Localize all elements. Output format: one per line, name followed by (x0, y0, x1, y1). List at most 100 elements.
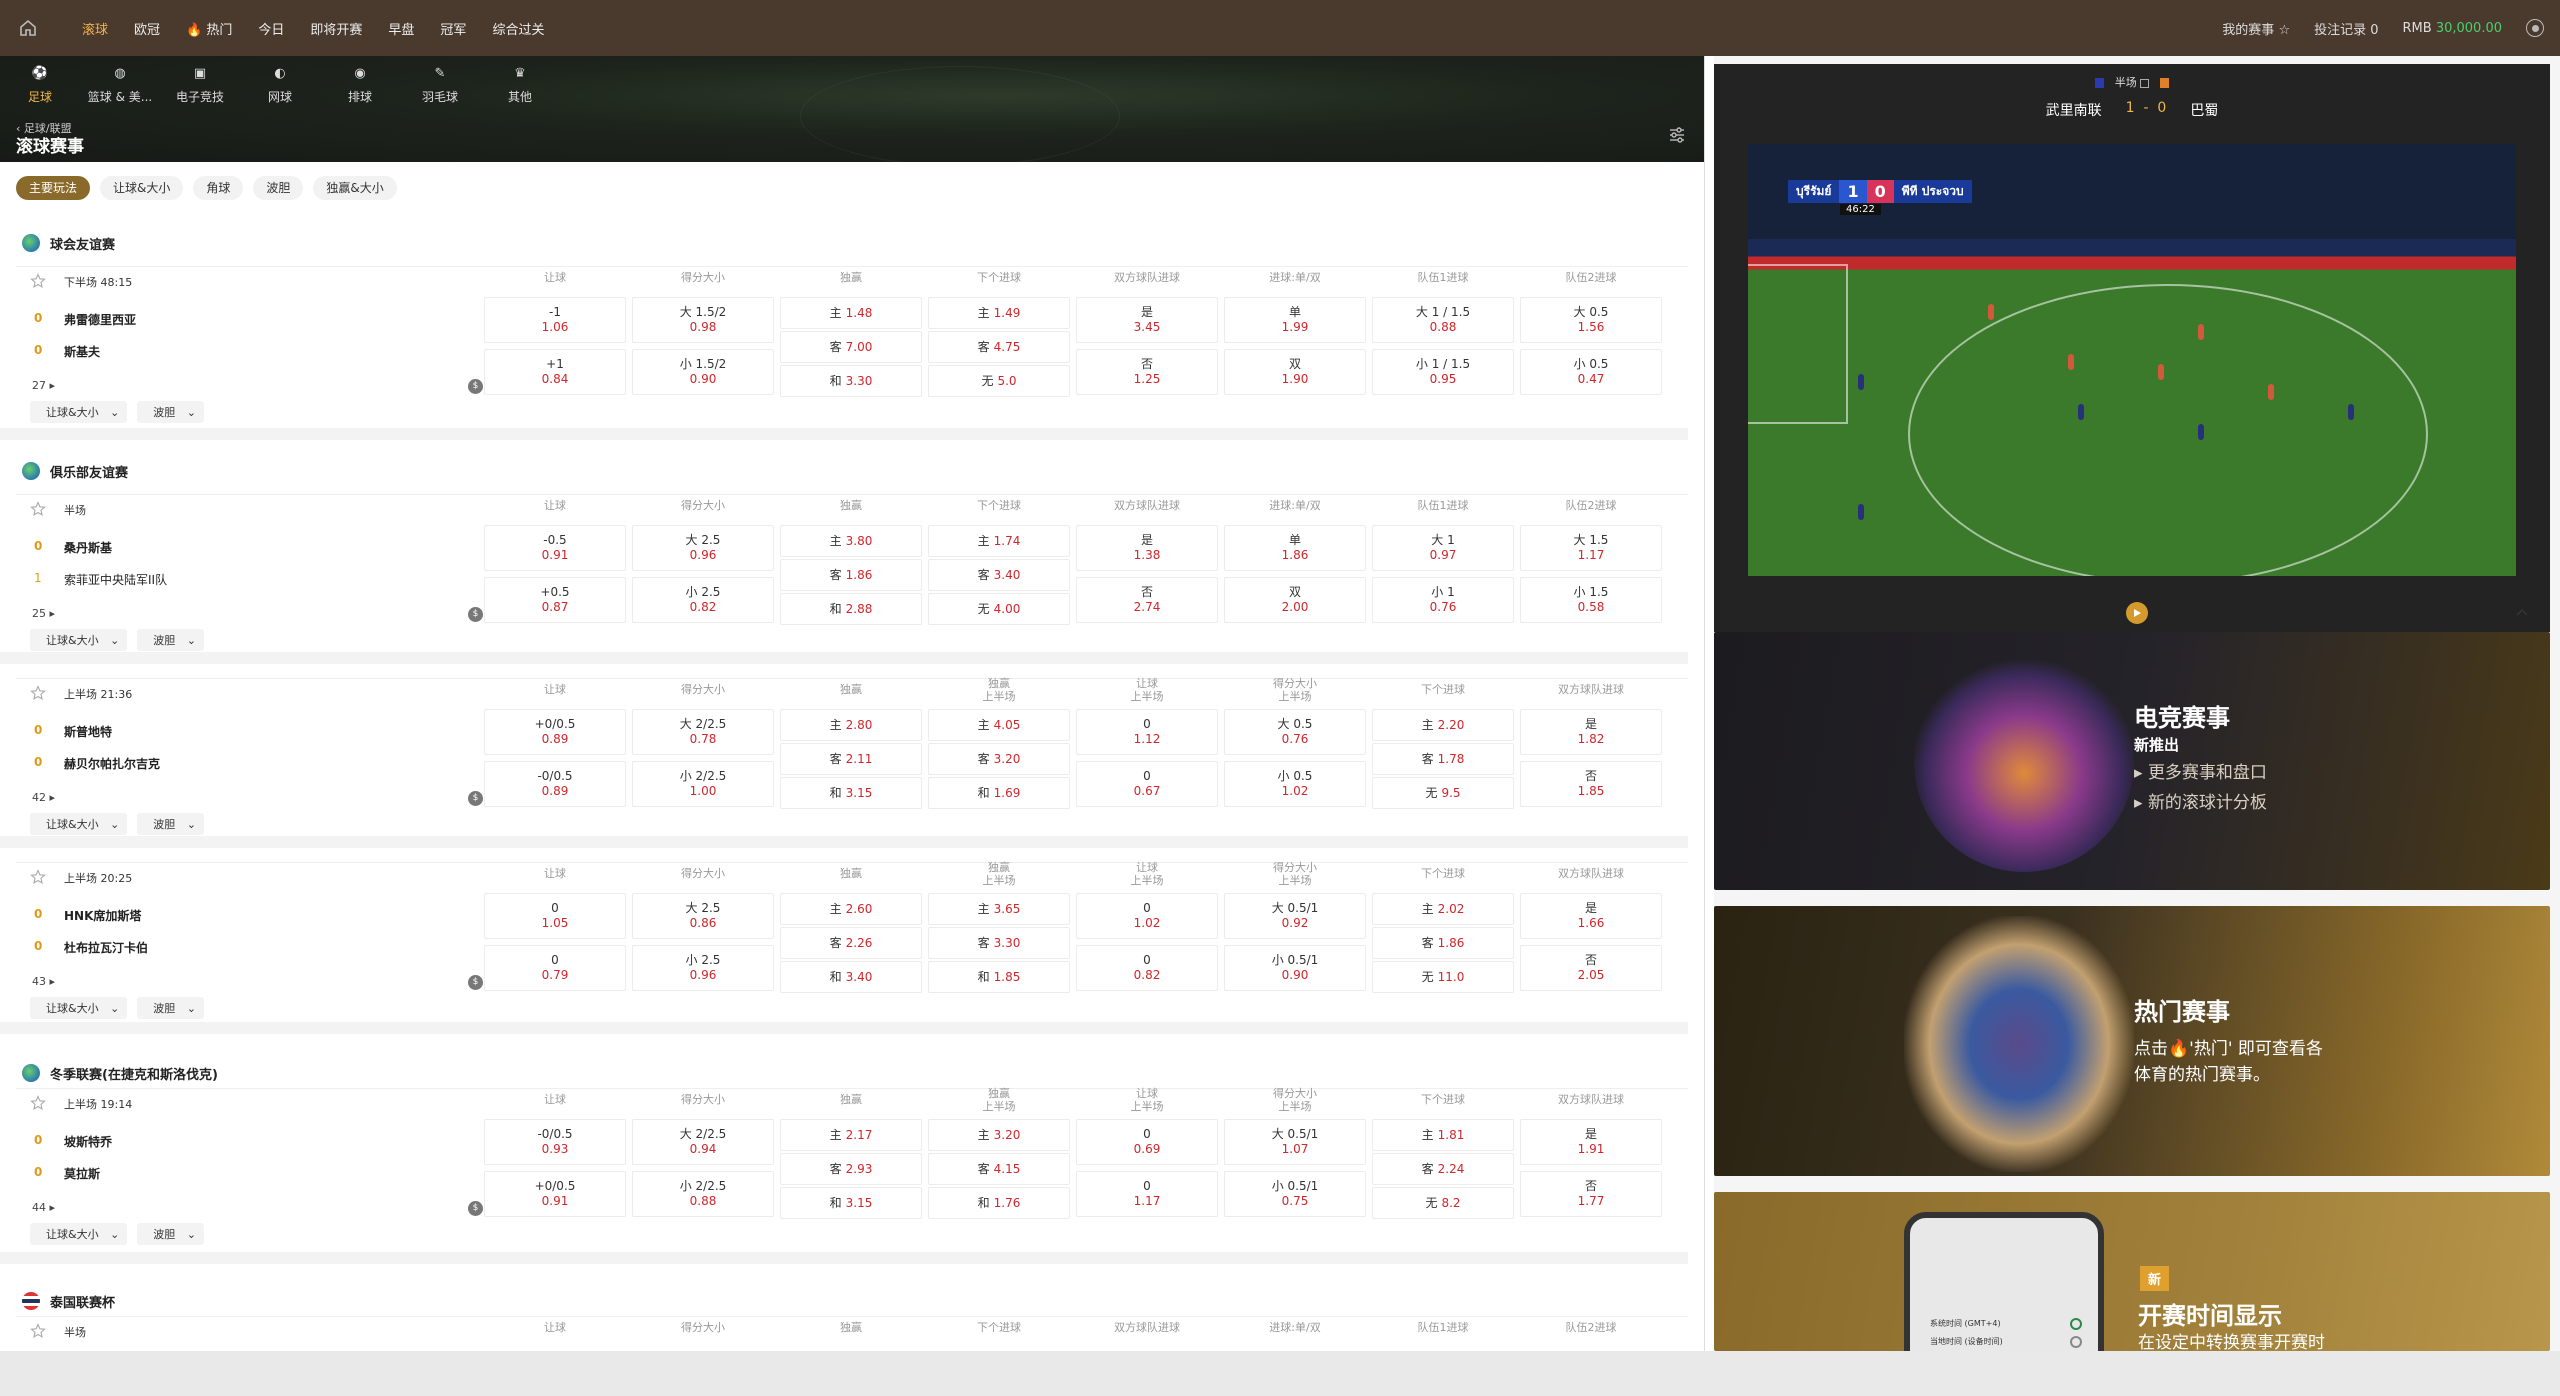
odds-cell[interactable]: 大 2.5 0.86 (632, 893, 774, 939)
sport-tab[interactable]: ◉ 排球 (320, 64, 400, 105)
odds-cell[interactable]: 双 2.00 (1224, 577, 1366, 623)
away-team[interactable]: 0 莫拉斯 (34, 1165, 100, 1182)
bet-records-link[interactable]: 投注记录 0 (2314, 19, 2378, 38)
chevron-up-icon[interactable] (2512, 602, 2532, 622)
odds-cell[interactable]: 客 1.86 (780, 559, 922, 591)
odds-cell[interactable]: 大 1 / 1.5 0.88 (1372, 297, 1514, 343)
odds-cell[interactable]: 0 1.17 (1076, 1171, 1218, 1217)
odds-cell[interactable]: 是 1.66 (1520, 893, 1662, 939)
odds-cell[interactable]: 0 1.05 (484, 893, 626, 939)
odds-cell[interactable]: 小 0.5/1 0.75 (1224, 1171, 1366, 1217)
odds-cell[interactable]: 是 1.38 (1076, 525, 1218, 571)
sport-tab[interactable]: ⚽ 足球 (0, 64, 80, 105)
home-icon[interactable] (0, 0, 56, 56)
odds-cell[interactable]: 主 3.65 (928, 893, 1070, 925)
pane-divider[interactable] (1704, 56, 1714, 1351)
odds-cell[interactable]: -1 1.06 (484, 297, 626, 343)
odds-cell[interactable]: 客 3.40 (928, 559, 1070, 591)
odds-cell[interactable]: 主 2.60 (780, 893, 922, 925)
odds-cell[interactable]: 和 1.85 (928, 961, 1070, 993)
home-team[interactable]: 0 桑丹斯基 (34, 539, 112, 556)
nav-tab[interactable]: 综合过关 (492, 19, 544, 38)
odds-cell[interactable]: 否 1.25 (1076, 349, 1218, 395)
sport-tab[interactable]: ✎ 羽毛球 (400, 64, 480, 105)
odds-cell[interactable]: 0 1.12 (1076, 709, 1218, 755)
odds-cell[interactable]: 大 1.5 1.17 (1520, 525, 1662, 571)
market-tab[interactable]: 独赢&大小 (313, 176, 397, 200)
more-markets-link[interactable]: 27 ▸ (32, 379, 55, 392)
odds-cell[interactable]: 主 4.05 (928, 709, 1070, 741)
star-icon[interactable] (30, 501, 46, 517)
odds-cell[interactable]: 小 1.5 0.58 (1520, 577, 1662, 623)
sport-tab[interactable]: ◍ 篮球 & 美... (80, 64, 160, 105)
market-shortcut-button[interactable]: 让球&大小 ⌄ (30, 401, 128, 423)
more-markets-link[interactable]: 25 ▸ (32, 607, 55, 620)
odds-cell[interactable]: 是 3.45 (1076, 297, 1218, 343)
odds-cell[interactable]: 客 2.26 (780, 927, 922, 959)
star-icon[interactable] (30, 869, 46, 885)
star-icon[interactable] (30, 685, 46, 701)
market-shortcut-button[interactable]: 让球&大小 ⌄ (30, 813, 128, 835)
market-shortcut-button[interactable]: 波胆 ⌄ (137, 629, 205, 651)
odds-cell[interactable]: 主 1.49 (928, 297, 1070, 329)
market-shortcut-button[interactable]: 波胆 ⌄ (137, 813, 205, 835)
odds-cell[interactable]: 客 7.00 (780, 331, 922, 363)
home-team[interactable]: 0 坡斯特乔 (34, 1133, 112, 1150)
odds-cell[interactable]: 否 2.74 (1076, 577, 1218, 623)
odds-cell[interactable]: 否 1.85 (1520, 761, 1662, 807)
odds-cell[interactable]: 双 1.90 (1224, 349, 1366, 395)
market-shortcut-button[interactable]: 让球&大小 ⌄ (30, 1223, 128, 1245)
odds-cell[interactable]: 无 9.5 (1372, 777, 1514, 809)
odds-cell[interactable]: 小 1.5/2 0.90 (632, 349, 774, 395)
odds-cell[interactable]: 主 2.20 (1372, 709, 1514, 741)
star-icon[interactable] (30, 273, 46, 289)
odds-cell[interactable]: 小 1 / 1.5 0.95 (1372, 349, 1514, 395)
odds-cell[interactable]: 否 1.77 (1520, 1171, 1662, 1217)
more-markets-link[interactable]: 42 ▸ (32, 791, 55, 804)
nav-tab[interactable]: 早盘 (388, 19, 414, 38)
odds-cell[interactable]: 否 2.05 (1520, 945, 1662, 991)
start-time-promo-card[interactable]: 系统时间 (GMT+4) 当地时间 (设备时间) 新 开赛时间显示 在设定中转换… (1714, 1192, 2550, 1351)
odds-cell[interactable]: 和 3.15 (780, 777, 922, 809)
odds-cell[interactable]: 主 1.48 (780, 297, 922, 329)
league-header[interactable]: 冬季联赛(在捷克和斯洛伐克) (22, 1060, 218, 1086)
star-icon[interactable] (30, 1095, 46, 1111)
odds-cell[interactable]: 客 3.30 (928, 927, 1070, 959)
odds-cell[interactable]: 客 2.24 (1372, 1153, 1514, 1185)
odds-cell[interactable]: 主 1.74 (928, 525, 1070, 557)
stats-icon[interactable]: $ (468, 975, 483, 990)
market-tab[interactable]: 波胆 (253, 176, 304, 200)
odds-cell[interactable]: 小 2/2.5 1.00 (632, 761, 774, 807)
odds-cell[interactable]: 大 0.5 1.56 (1520, 297, 1662, 343)
odds-cell[interactable]: +0/0.5 0.89 (484, 709, 626, 755)
hot-events-promo-card[interactable]: 热门赛事 点击🔥'热门' 即可查看各 体育的热门赛事。 (1714, 906, 2550, 1176)
odds-cell[interactable]: +0.5 0.87 (484, 577, 626, 623)
odds-cell[interactable]: 小 2.5 0.82 (632, 577, 774, 623)
odds-cell[interactable]: 主 2.02 (1372, 893, 1514, 925)
odds-cell[interactable]: 小 2/2.5 0.88 (632, 1171, 774, 1217)
odds-cell[interactable]: 0 0.82 (1076, 945, 1218, 991)
away-team[interactable]: 0 赫贝尔帕扎尔吉克 (34, 755, 160, 772)
odds-cell[interactable]: 和 3.15 (780, 1187, 922, 1219)
odds-cell[interactable]: 大 0.5/1 0.92 (1224, 893, 1366, 939)
odds-cell[interactable]: +0/0.5 0.91 (484, 1171, 626, 1217)
market-shortcut-button[interactable]: 波胆 ⌄ (137, 997, 205, 1019)
away-team[interactable]: 1 索菲亚中央陆军II队 (34, 571, 167, 588)
nav-tab[interactable]: 即将开赛 (310, 19, 362, 38)
market-shortcut-button[interactable]: 波胆 ⌄ (137, 401, 205, 423)
user-avatar-icon[interactable] (2526, 19, 2544, 37)
odds-cell[interactable]: +1 0.84 (484, 349, 626, 395)
odds-cell[interactable]: 客 4.75 (928, 331, 1070, 363)
home-team[interactable]: 0 斯普地特 (34, 723, 112, 740)
stats-icon[interactable]: $ (468, 607, 483, 622)
odds-cell[interactable]: -0.5 0.91 (484, 525, 626, 571)
odds-cell[interactable]: 小 2.5 0.96 (632, 945, 774, 991)
home-team[interactable]: 0 弗雷德里西亚 (34, 311, 136, 328)
odds-cell[interactable]: 和 1.76 (928, 1187, 1070, 1219)
odds-cell[interactable]: 客 2.11 (780, 743, 922, 775)
odds-cell[interactable]: 小 0.5/1 0.90 (1224, 945, 1366, 991)
nav-tab[interactable]: 冠军 (440, 19, 466, 38)
esports-promo-card[interactable]: 电竞赛事 新推出 ▸ 更多赛事和盘口 ▸ 新的滚球计分板 (1714, 632, 2550, 890)
league-header[interactable]: 泰国联赛杯 (22, 1288, 115, 1314)
odds-cell[interactable]: 0 0.69 (1076, 1119, 1218, 1165)
